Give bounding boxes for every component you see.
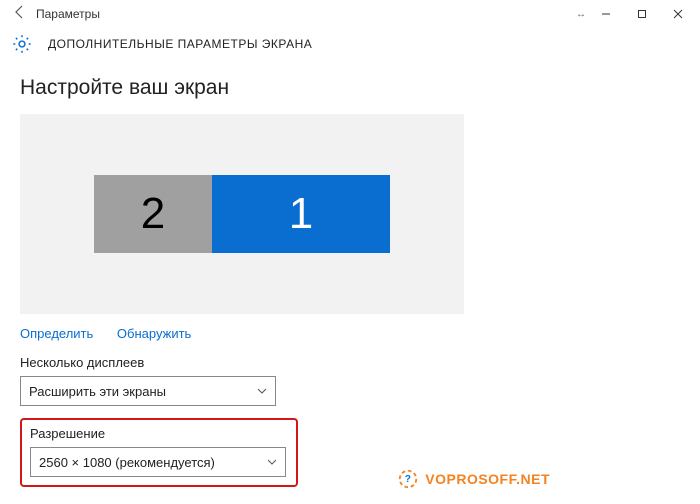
monitor-tile-2[interactable]: 2 <box>94 175 212 253</box>
resolution-highlight: Разрешение 2560 × 1080 (рекомендуется) <box>20 418 298 487</box>
monitor-label: 2 <box>141 189 165 239</box>
dropdown-value: 2560 × 1080 (рекомендуется) <box>39 455 215 470</box>
identify-link[interactable]: Определить <box>20 326 93 341</box>
section-title: ДОПОЛНИТЕЛЬНЫЕ ПАРАМЕТРЫ ЭКРАНА <box>34 37 312 51</box>
display-action-links: Определить Обнаружить <box>20 326 680 341</box>
resolution-label: Разрешение <box>30 426 288 441</box>
chevron-down-icon <box>257 386 267 397</box>
back-button[interactable] <box>4 4 36 25</box>
monitor-tile-1[interactable]: 1 <box>212 175 390 253</box>
watermark: ? VOPROSOFF.NET <box>397 468 550 490</box>
content-area: Настройте ваш экран 2 1 Определить Обнар… <box>0 66 700 487</box>
chevron-down-icon <box>267 457 277 468</box>
maximize-button[interactable] <box>624 0 660 28</box>
minimize-button[interactable] <box>588 0 624 28</box>
watermark-text: VOPROSOFF.NET <box>425 471 550 487</box>
multiple-displays-label: Несколько дисплеев <box>20 355 680 370</box>
detect-link[interactable]: Обнаружить <box>117 326 191 341</box>
window-titlebar: Параметры ↔ <box>0 0 700 28</box>
svg-text:?: ? <box>405 474 412 485</box>
watermark-icon: ? <box>397 468 419 490</box>
page-heading: Настройте ваш экран <box>20 76 680 100</box>
multiple-displays-dropdown[interactable]: Расширить эти экраны <box>20 376 276 406</box>
window-title: Параметры <box>36 7 576 21</box>
close-button[interactable] <box>660 0 696 28</box>
gear-icon <box>10 32 34 56</box>
page-header: ДОПОЛНИТЕЛЬНЫЕ ПАРАМЕТРЫ ЭКРАНА <box>0 28 700 66</box>
display-arrangement-area[interactable]: 2 1 <box>20 114 464 314</box>
monitor-label: 1 <box>289 189 313 239</box>
dropdown-value: Расширить эти экраны <box>29 384 166 399</box>
resolution-dropdown[interactable]: 2560 × 1080 (рекомендуется) <box>30 447 286 477</box>
resize-indicator-icon: ↔ <box>576 9 588 20</box>
